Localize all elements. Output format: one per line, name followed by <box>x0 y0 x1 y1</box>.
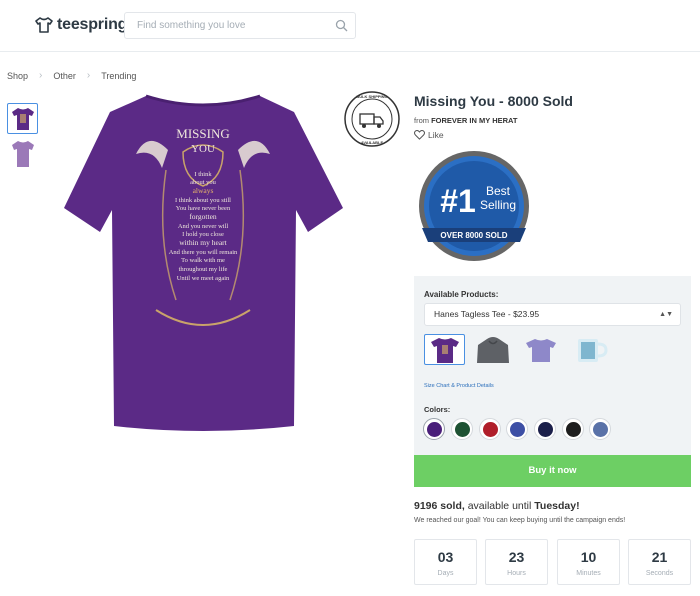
search-box[interactable] <box>124 12 356 39</box>
sold-status: 9196 sold, available until Tuesday! <box>414 500 580 512</box>
swatch-dot <box>454 421 470 437</box>
truck-badge-icon: BULK SHIPPING AVAILABLE <box>344 91 400 147</box>
poem-line: You have never been <box>176 205 231 212</box>
poem-line: And you never will <box>178 223 229 230</box>
like-label: Like <box>428 130 444 140</box>
countdown-value: 03 <box>437 549 454 565</box>
color-swatch-slate-blue[interactable] <box>589 418 611 440</box>
poem-line: throughout my life <box>179 266 228 273</box>
poem-line: forgotten <box>189 212 217 221</box>
mug-icon <box>577 338 608 362</box>
poem-line: I hold you close <box>182 231 224 238</box>
shirt-thumbnail-icon <box>11 140 34 167</box>
logo-text: teespring <box>57 16 128 33</box>
countdown-value: 10 <box>580 549 597 565</box>
chevron-right-icon: › <box>86 70 91 81</box>
color-swatch-black[interactable] <box>562 418 584 440</box>
color-swatch-navy[interactable] <box>534 418 556 440</box>
countdown-value: 21 <box>651 549 668 565</box>
sold-count: 9196 sold, <box>414 500 465 512</box>
hoodie-icon <box>476 336 509 363</box>
search-icon[interactable] <box>335 19 348 32</box>
thumbnail-back-view[interactable] <box>7 103 38 134</box>
countdown-value: 23 <box>508 549 525 565</box>
countdown-label: Days <box>437 570 454 577</box>
poem-line: always <box>193 186 214 195</box>
swatch-dot <box>565 421 581 437</box>
color-swatch-royal-blue[interactable] <box>506 418 528 440</box>
shirt-back-image: MISSING YOU I think about you always I t… <box>64 94 343 431</box>
color-swatch-purple[interactable] <box>423 418 445 440</box>
countdown-hours: 23 Hours <box>485 539 548 585</box>
color-swatch-red[interactable] <box>479 418 501 440</box>
best-selling-medal-icon: #1 Best Selling OVER 8000 SOLD <box>419 151 529 261</box>
bulk-shipping-badge: BULK SHIPPING AVAILABLE <box>343 90 401 148</box>
color-swatch-green[interactable] <box>451 418 473 440</box>
countdown-seconds: 21 Seconds <box>628 539 691 585</box>
product-option-womens-tee[interactable] <box>520 334 561 365</box>
best-selling-badge: #1 Best Selling OVER 8000 SOLD <box>416 150 532 262</box>
search-input[interactable] <box>125 13 330 38</box>
breadcrumb-shop[interactable]: Shop <box>7 71 28 81</box>
tee-icon <box>430 337 459 363</box>
countdown-label: Seconds <box>645 570 674 577</box>
from-prefix: from <box>414 116 429 125</box>
swatch-dot <box>592 421 608 437</box>
poem-line: within my heart <box>179 238 227 247</box>
shirt-thumbnail-icon <box>11 107 34 130</box>
womens-tee-icon <box>525 338 556 362</box>
poem-line: about you <box>190 179 217 186</box>
swatch-dot <box>509 421 525 437</box>
colors-label: Colors: <box>424 405 451 414</box>
available-until-text: available until <box>467 500 532 512</box>
countdown-label: Hours <box>507 570 526 577</box>
available-products-label: Available Products: <box>424 290 499 299</box>
product-option-tee[interactable] <box>424 334 465 365</box>
seller-line: from FOREVER IN MY HERAT <box>414 116 518 125</box>
poem-line: To walk with me <box>181 257 225 264</box>
breadcrumb-other[interactable]: Other <box>53 71 76 81</box>
until-day: Tuesday! <box>534 500 580 512</box>
countdown-days: 03 Days <box>414 539 477 585</box>
teespring-logo[interactable]: teespring <box>35 16 127 34</box>
product-title: Missing You - 8000 Sold <box>414 93 573 109</box>
countdown-label: Minutes <box>576 570 601 577</box>
best-badge-banner: OVER 8000 SOLD <box>440 231 507 240</box>
thumbnail-front-view[interactable] <box>7 138 38 169</box>
product-option-hoodie[interactable] <box>472 334 513 365</box>
heart-icon <box>414 130 425 140</box>
shirt-logo-icon <box>35 17 53 33</box>
select-arrows-icon: ▲▼ <box>659 311 673 318</box>
goal-message: We reached our goal! You can keep buying… <box>414 517 626 524</box>
buy-it-now-button[interactable]: Buy it now <box>414 455 691 487</box>
print-title-1: MISSING <box>176 126 229 141</box>
product-select[interactable]: Hanes Tagless Tee - $23.95 ▲▼ <box>424 303 681 326</box>
swatch-dot <box>537 421 553 437</box>
poem-line: And there you will remain <box>169 249 238 256</box>
print-title-2: YOU <box>191 143 215 155</box>
top-header: teespring <box>0 0 700 52</box>
best-badge-line1: Best <box>486 184 511 198</box>
chevron-right-icon: › <box>39 70 43 81</box>
swatch-dot <box>426 421 442 437</box>
countdown-minutes: 10 Minutes <box>557 539 620 585</box>
swatch-dot <box>482 421 498 437</box>
poem-line: I think about you still <box>175 197 231 204</box>
size-chart-link[interactable]: Size Chart & Product Details <box>424 383 494 389</box>
best-badge-line2: Selling <box>480 198 516 212</box>
svg-text:BULK SHIPPING: BULK SHIPPING <box>356 94 387 99</box>
poem-line: I think <box>194 171 212 178</box>
svg-text:AVAILABLE: AVAILABLE <box>361 140 384 145</box>
breadcrumb-trending[interactable]: Trending <box>101 71 136 81</box>
purchase-panel: Available Products: Hanes Tagless Tee - … <box>414 276 691 487</box>
selected-product-value: Hanes Tagless Tee - $23.95 <box>434 309 540 319</box>
product-option-mug[interactable] <box>568 334 609 365</box>
breadcrumb: Shop › Other › Trending <box>7 70 136 81</box>
best-badge-number: #1 <box>440 183 476 219</box>
product-image: MISSING YOU I think about you always I t… <box>58 90 348 435</box>
seller-link[interactable]: FOREVER IN MY HERAT <box>431 116 517 125</box>
like-button[interactable]: Like <box>414 130 444 140</box>
poem-line: Until we meet again <box>177 275 230 282</box>
